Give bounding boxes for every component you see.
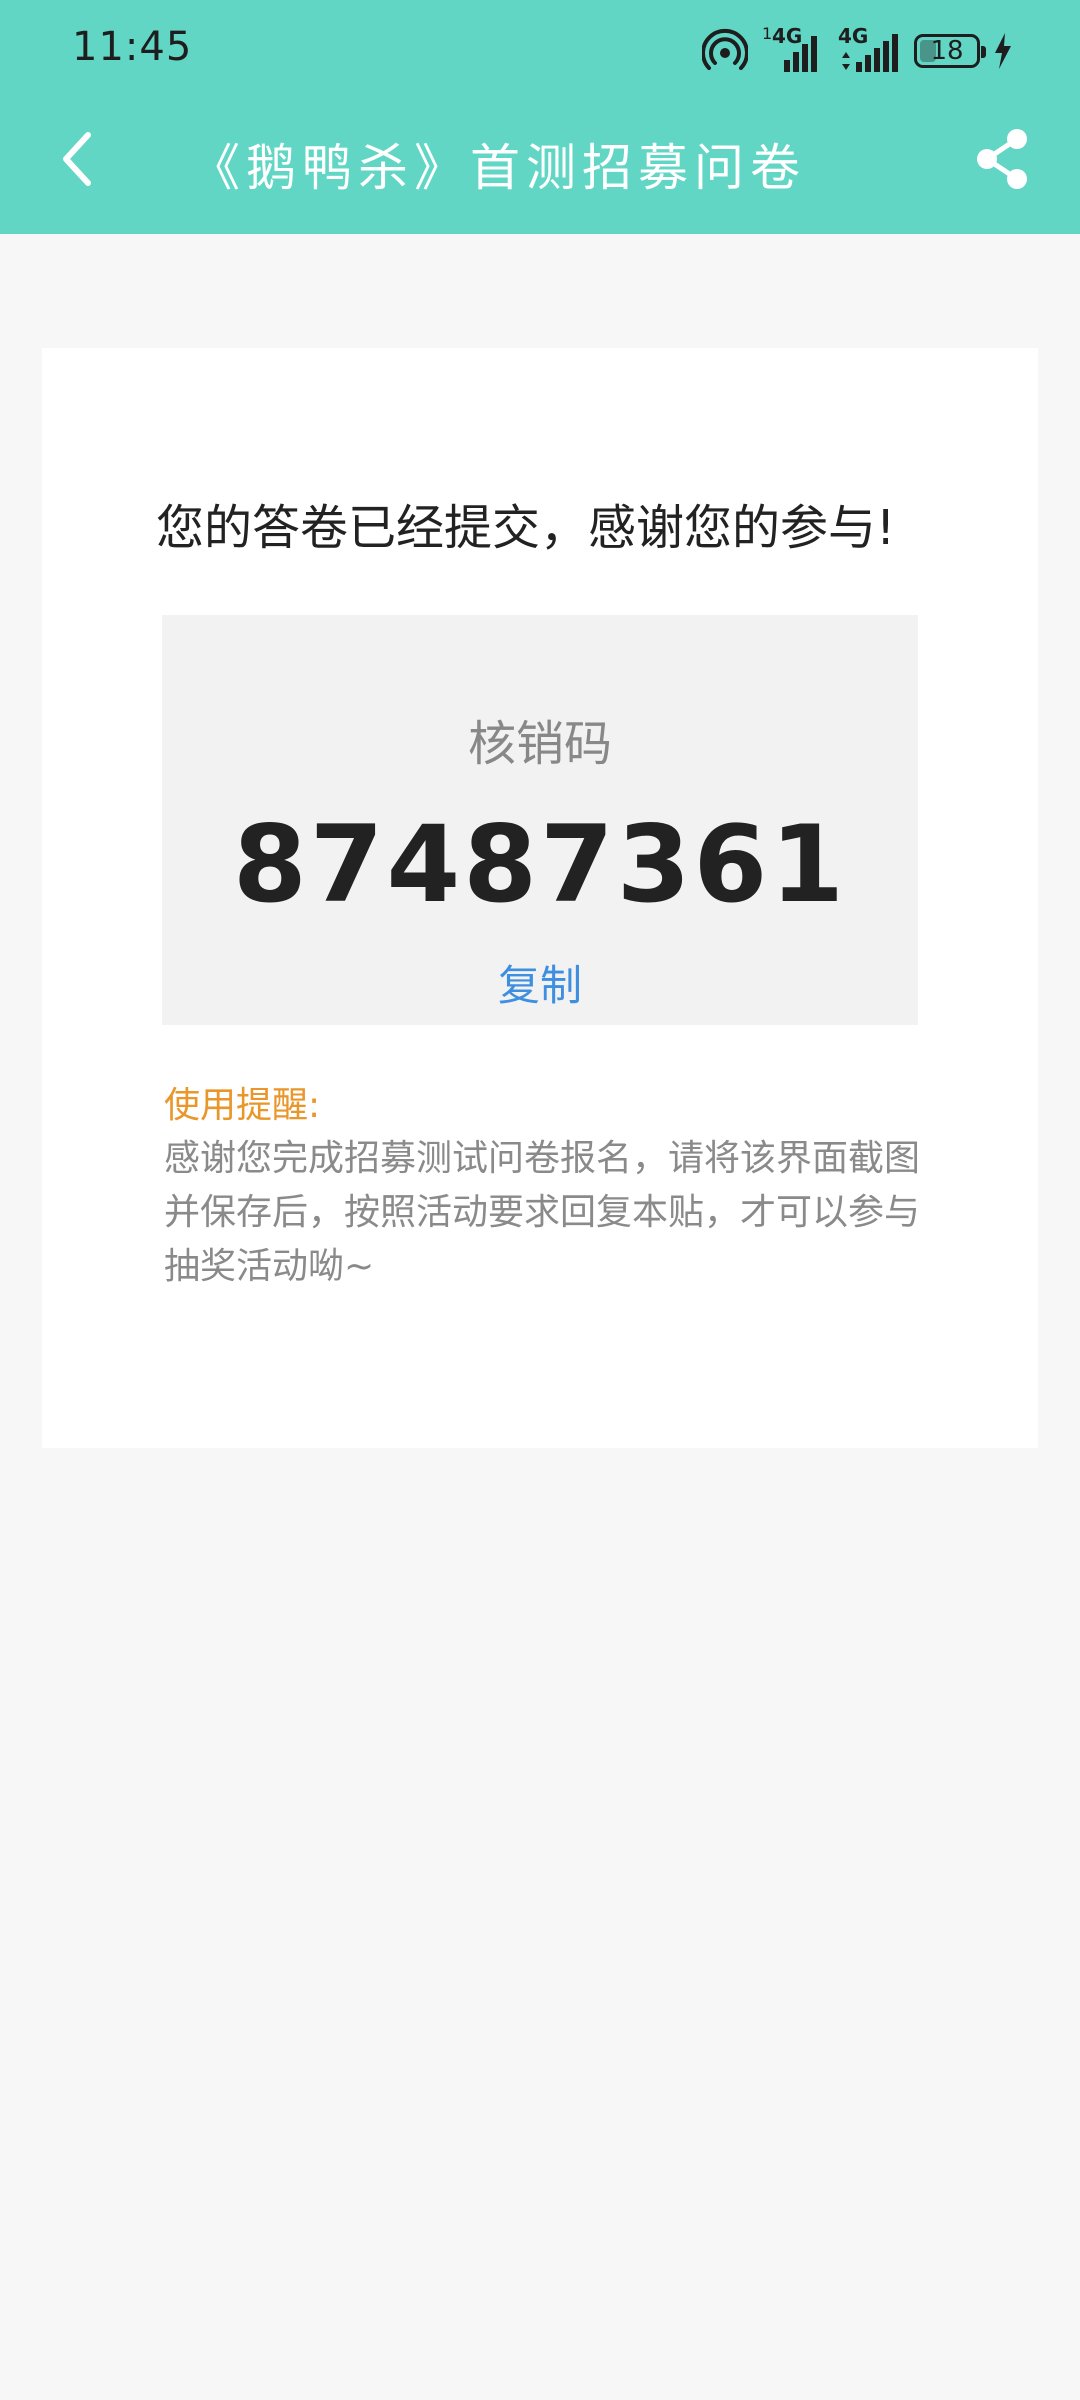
top-header: 11:45 1 4G 4G 18 《鹅鸭杀》首测招募问卷 [0,0,1080,234]
sim1-signal: 1 4G [762,24,824,74]
submit-success-message: 您的答卷已经提交，感谢您的参与! [156,500,896,556]
battery-level: 18 [930,36,964,66]
share-button[interactable] [970,126,1034,192]
reminder-body: 感谢您完成招募测试问卷报名，请将该界面截图并保存后，按照活动要求回复本贴，才可以… [164,1138,921,1287]
share-icon [977,129,1027,189]
battery-icon: 18 [914,34,986,68]
charging-bolt-icon [995,33,1011,69]
hotspot-icon [702,28,748,70]
signal-icon [784,36,817,72]
reminder-title: 使用提醒: [164,1085,321,1126]
status-time: 11:45 [72,24,193,70]
status-icons: 1 4G 4G 18 [702,24,1012,76]
verification-code-label: 核销码 [467,716,612,772]
copy-button[interactable]: 复制 [42,952,1038,1013]
back-button[interactable] [44,122,108,196]
nav-bar: 《鹅鸭杀》首测招募问卷 [0,100,1080,234]
result-card: 您的答卷已经提交，感谢您的参与! 核销码 87487361 复制 使用提醒: 感… [42,348,1038,1448]
sim2-signal: 4G [838,24,900,74]
verification-code-value: 87487361 [232,803,848,926]
status-bar: 11:45 1 4G 4G 18 [0,0,1080,100]
signal-icon [842,34,898,72]
back-arrow-icon [63,132,91,186]
page-title: 《鹅鸭杀》首测招募问卷 [190,139,806,197]
